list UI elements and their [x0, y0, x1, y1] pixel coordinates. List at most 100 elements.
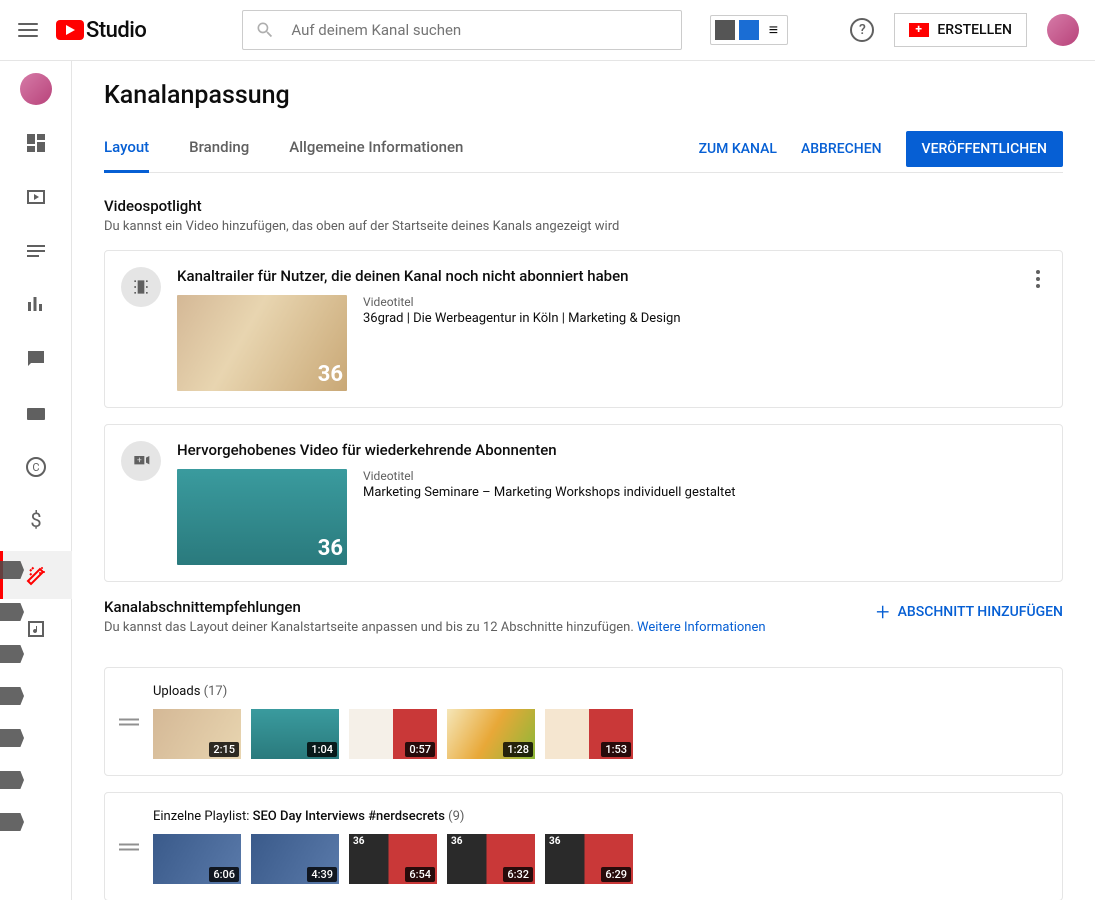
channel-avatar[interactable]	[20, 73, 52, 105]
playlist-thumb[interactable]: 6:29	[545, 834, 633, 884]
menu-toggle-icon[interactable]	[16, 18, 40, 42]
tabs-row: Layout Branding Allgemeine Informationen…	[104, 126, 1063, 173]
nav-copyright[interactable]: C	[0, 443, 72, 491]
spotlight-desc: Du kannst ein Video hinzufügen, das oben…	[104, 219, 1063, 234]
float-icon-5[interactable]	[0, 729, 24, 747]
trailer-menu-icon[interactable]	[1026, 267, 1050, 291]
nav-analytics[interactable]	[0, 281, 72, 329]
playlist-section: Einzelne Playlist: SEO Day Interviews #n…	[104, 792, 1063, 900]
plus-icon: +	[876, 598, 890, 626]
featured-content: 36 Videotitel Marketing Seminare – Marke…	[177, 469, 1046, 565]
search-input[interactable]	[291, 21, 669, 39]
nav-dashboard[interactable]	[0, 119, 72, 167]
trailer-heading: Kanaltrailer für Nutzer, die deinen Kana…	[177, 267, 1046, 285]
search-icon	[255, 20, 275, 40]
create-label: ERSTELLEN	[937, 22, 1012, 38]
float-icon-6[interactable]	[0, 771, 24, 789]
video-add-icon: +	[121, 441, 161, 481]
nav-monetization[interactable]: $	[0, 497, 72, 545]
sections-header: Kanalabschnittempfehlungen Du kannst das…	[104, 598, 1063, 651]
thumb-badge: 36	[318, 362, 343, 387]
uploads-title: Uploads (17)	[153, 684, 1046, 699]
spotlight-title: Videospotlight	[104, 197, 1063, 215]
sidebar: C $	[0, 61, 72, 900]
upload-thumb[interactable]: 1:53	[545, 709, 633, 759]
content-area: Kanalanpassung Layout Branding Allgemein…	[72, 61, 1095, 900]
trailer-body: Kanaltrailer für Nutzer, die deinen Kana…	[177, 267, 1046, 391]
playlist-thumbs: 6:06 4:39 6:54 6:32 6:29	[153, 834, 1046, 884]
more-info-link[interactable]: Weitere Informationen	[637, 620, 766, 635]
playlist-thumb[interactable]: 6:32	[447, 834, 535, 884]
ext-icon-3[interactable]: ≡	[763, 20, 783, 40]
logo-text: Studio	[86, 18, 146, 43]
search-box[interactable]	[242, 10, 682, 50]
tab-layout[interactable]: Layout	[104, 126, 149, 172]
search-container	[242, 10, 682, 50]
float-icon-2[interactable]	[0, 603, 24, 621]
trailer-thumbnail[interactable]: 36	[177, 295, 347, 391]
featured-heading: Hervorgehobenes Video für wiederkehrende…	[177, 441, 1046, 459]
featured-meta: Videotitel Marketing Seminare – Marketin…	[363, 469, 735, 565]
svg-text:+: +	[137, 456, 142, 466]
sections-title: Kanalabschnittempfehlungen	[104, 598, 766, 616]
trailer-meta: Videotitel 36grad | Die Werbeagentur in …	[363, 295, 681, 391]
upload-thumb[interactable]: 0:57	[349, 709, 437, 759]
featured-video-title: Marketing Seminare – Marketing Workshops…	[363, 485, 735, 500]
float-icon-4[interactable]	[0, 687, 24, 705]
tabs: Layout Branding Allgemeine Informationen	[104, 126, 463, 172]
playlist-thumb[interactable]: 6:54	[349, 834, 437, 884]
nav-playlists[interactable]	[0, 227, 72, 275]
ext-icon-2[interactable]	[739, 20, 759, 40]
upload-thumb[interactable]: 1:28	[447, 709, 535, 759]
studio-logo[interactable]: Studio	[56, 18, 146, 43]
float-icon-7[interactable]	[0, 813, 24, 831]
cancel-button[interactable]: ABBRECHEN	[801, 141, 882, 157]
create-video-icon	[909, 23, 929, 37]
nav-subtitles[interactable]	[0, 389, 72, 437]
page-actions: ZUM KANAL ABBRECHEN VERÖFFENTLICHEN	[699, 131, 1063, 167]
nav-comments[interactable]	[0, 335, 72, 383]
page-title: Kanalanpassung	[104, 81, 1063, 110]
featured-card: + Hervorgehobenes Video für wiederkehren…	[104, 424, 1063, 582]
meta-label: Videotitel	[363, 469, 735, 483]
upload-thumb[interactable]: 2:15	[153, 709, 241, 759]
main-layout: C $ Kanalanpassung Layout Branding Allge…	[0, 61, 1095, 900]
user-avatar[interactable]	[1047, 14, 1079, 46]
drag-handle-icon[interactable]	[119, 843, 139, 850]
uploads-section: Uploads (17) 2:15 1:04 0:57 1:28 1:53	[104, 667, 1063, 776]
uploads-thumbs: 2:15 1:04 0:57 1:28 1:53	[153, 709, 1046, 759]
float-icon-3[interactable]	[0, 645, 24, 663]
ext-icon-1[interactable]	[715, 20, 735, 40]
app-header: Studio ≡ ? ERSTELLEN	[0, 0, 1095, 61]
playlist-title: Einzelne Playlist: SEO Day Interviews #n…	[153, 809, 1046, 824]
playlist-thumb[interactable]: 6:06	[153, 834, 241, 884]
drag-handle-icon[interactable]	[119, 718, 139, 725]
extension-icons[interactable]: ≡	[710, 15, 788, 45]
playlist-thumb[interactable]: 4:39	[251, 834, 339, 884]
sections-header-text: Kanalabschnittempfehlungen Du kannst das…	[104, 598, 766, 651]
nav-content[interactable]	[0, 173, 72, 221]
thumb-badge: 36	[318, 536, 343, 561]
tab-branding[interactable]: Branding	[189, 126, 249, 172]
trailer-content: 36 Videotitel 36grad | Die Werbeagentur …	[177, 295, 1046, 391]
header-actions: ? ERSTELLEN	[850, 13, 1079, 47]
trailer-card: Kanaltrailer für Nutzer, die deinen Kana…	[104, 250, 1063, 408]
help-icon[interactable]: ?	[850, 18, 874, 42]
view-channel-button[interactable]: ZUM KANAL	[699, 141, 777, 157]
float-icon-1[interactable]	[0, 561, 24, 579]
tab-basic-info[interactable]: Allgemeine Informationen	[289, 126, 463, 172]
svg-text:C: C	[32, 461, 39, 474]
add-section-label: ABSCHNITT HINZUFÜGEN	[898, 604, 1063, 620]
create-button[interactable]: ERSTELLEN	[894, 13, 1027, 47]
featured-thumbnail[interactable]: 36	[177, 469, 347, 565]
add-section-button[interactable]: + ABSCHNITT HINZUFÜGEN	[876, 598, 1063, 626]
upload-thumb[interactable]: 1:04	[251, 709, 339, 759]
youtube-icon	[56, 20, 84, 40]
film-icon	[121, 267, 161, 307]
publish-button[interactable]: VERÖFFENTLICHEN	[906, 131, 1063, 167]
meta-label: Videotitel	[363, 295, 681, 309]
featured-body: Hervorgehobenes Video für wiederkehrende…	[177, 441, 1046, 565]
floating-shortcuts	[0, 561, 24, 831]
trailer-video-title: 36grad | Die Werbeagentur in Köln | Mark…	[363, 311, 681, 326]
sections-desc: Du kannst das Layout deiner Kanalstartse…	[104, 620, 766, 635]
